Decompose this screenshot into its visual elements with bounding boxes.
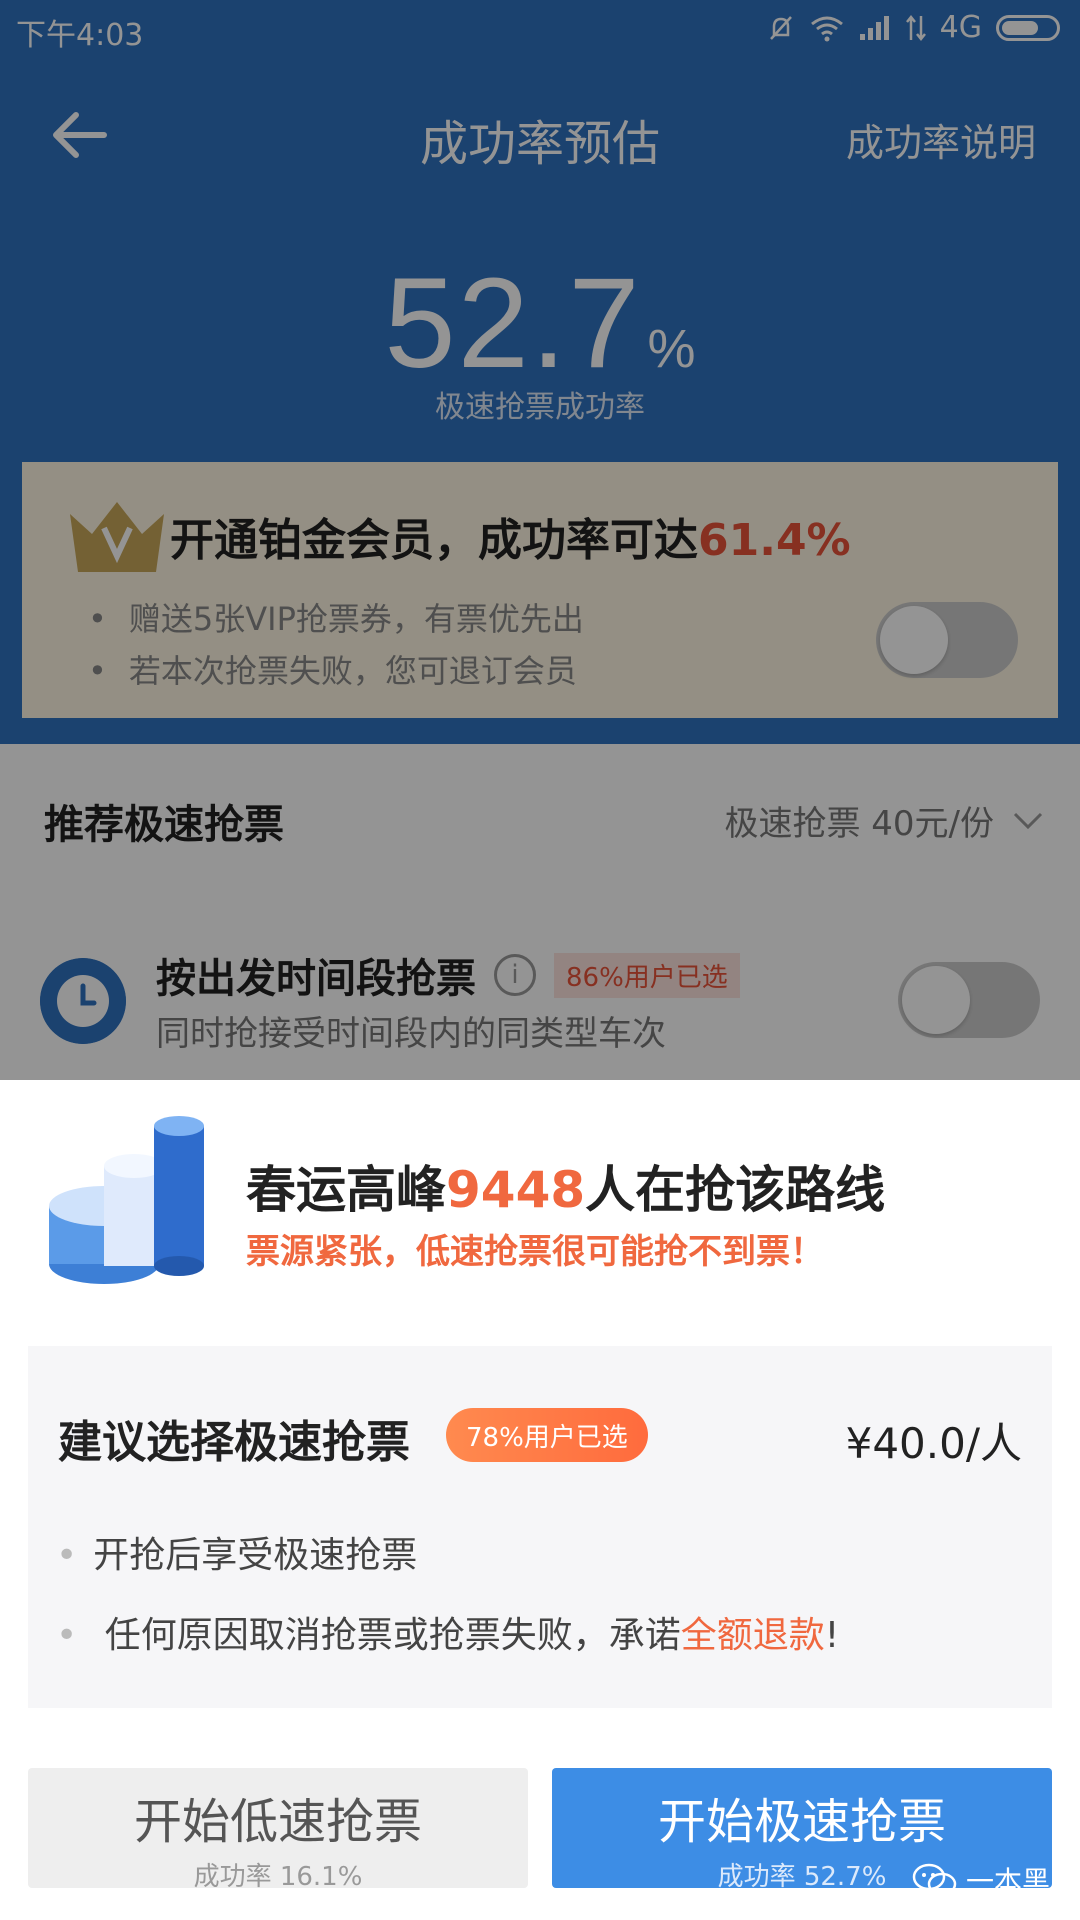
feature2-prefix: 任何原因取消抢票或抢票失败，承诺 xyxy=(104,1615,681,1656)
background-page: 下午4:03 4G 成功率预估 成功率说明 52.7 % 极速抢票成功率 开通铂… xyxy=(0,0,1080,1080)
fast-button-label: 开始极速抢票 xyxy=(657,1794,946,1850)
suggest-title: 建议选择极速抢票 xyxy=(58,1417,410,1468)
slow-button-label: 开始低速抢票 xyxy=(133,1794,422,1850)
suggest-feature-1: 开抢后享受极速抢票 xyxy=(56,1526,417,1578)
feature2-suffix: ! xyxy=(824,1615,840,1656)
watermark: 一本黑 xyxy=(912,1860,1050,1900)
watermark-text: 一本黑 xyxy=(965,1865,1050,1898)
slow-button-rate: 成功率 16.1% xyxy=(193,1862,363,1892)
full-refund-highlight: 全额退款 xyxy=(680,1615,825,1656)
bottom-sheet: 春运高峰9448人在抢该路线 票源紧张，低速抢票很可能抢不到票！ 建议选择极速抢… xyxy=(0,1080,1080,1920)
suggest-badge: 78%用户已选 xyxy=(446,1408,648,1462)
headline-prefix: 春运高峰 xyxy=(246,1161,446,1219)
popup-warning: 票源紧张，低速抢票很可能抢不到票！ xyxy=(246,1232,824,1272)
popup-headline: 春运高峰9448人在抢该路线 xyxy=(246,1150,885,1222)
bar-chart-illustration-icon xyxy=(49,1116,204,1284)
start-slow-grab-button[interactable]: 开始低速抢票 成功率 16.1% xyxy=(28,1768,528,1892)
headline-suffix: 人在抢该路线 xyxy=(585,1161,886,1219)
dim-overlay[interactable] xyxy=(0,0,1080,1080)
suggest-feature-2: 任何原因取消抢票或抢票失败，承诺全额退款! xyxy=(56,1606,839,1658)
suggest-price: ¥40.0/人 xyxy=(845,1419,1022,1468)
suggest-card: 建议选择极速抢票 78%用户已选 ¥40.0/人 开抢后享受极速抢票 任何原因取… xyxy=(28,1346,1052,1708)
wechat-icon xyxy=(912,1863,957,1896)
headline-count: 9448 xyxy=(446,1161,586,1219)
